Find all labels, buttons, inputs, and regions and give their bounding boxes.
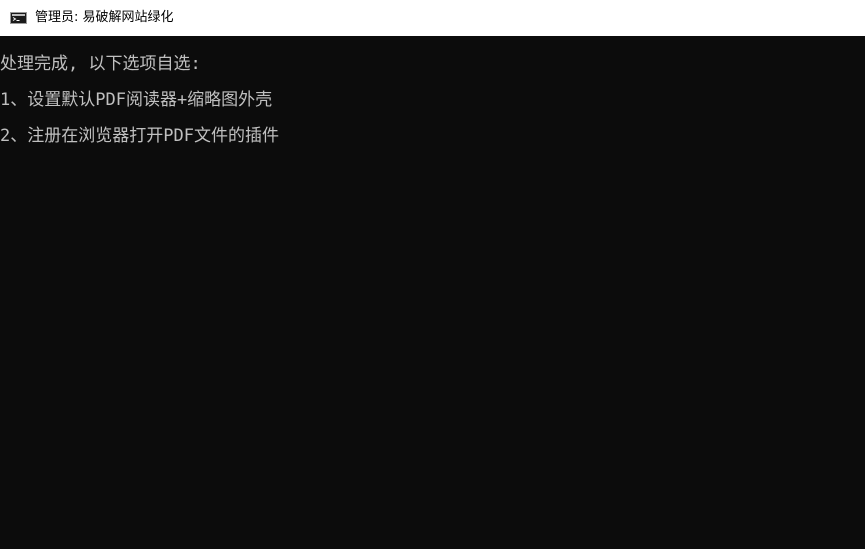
console-line-option-1: 1、设置默认PDF阅读器+缩略图外壳 bbox=[0, 90, 273, 110]
console-window: 管理员: 易破解网站绿化 处理完成, 以下选项自选: 1、设置默认PDF阅读器+… bbox=[0, 0, 865, 549]
console-output[interactable]: 处理完成, 以下选项自选: 1、设置默认PDF阅读器+缩略图外壳 2、注册在浏览… bbox=[0, 36, 865, 549]
window-title: 管理员: 易破解网站绿化 bbox=[35, 10, 174, 25]
title-bar[interactable]: 管理员: 易破解网站绿化 bbox=[0, 0, 865, 36]
console-line-status: 处理完成, 以下选项自选: bbox=[0, 54, 201, 74]
console-line-option-2: 2、注册在浏览器打开PDF文件的插件 bbox=[0, 126, 279, 146]
cmd-console-glyph bbox=[12, 14, 25, 21]
cmd-console-icon bbox=[10, 12, 27, 24]
